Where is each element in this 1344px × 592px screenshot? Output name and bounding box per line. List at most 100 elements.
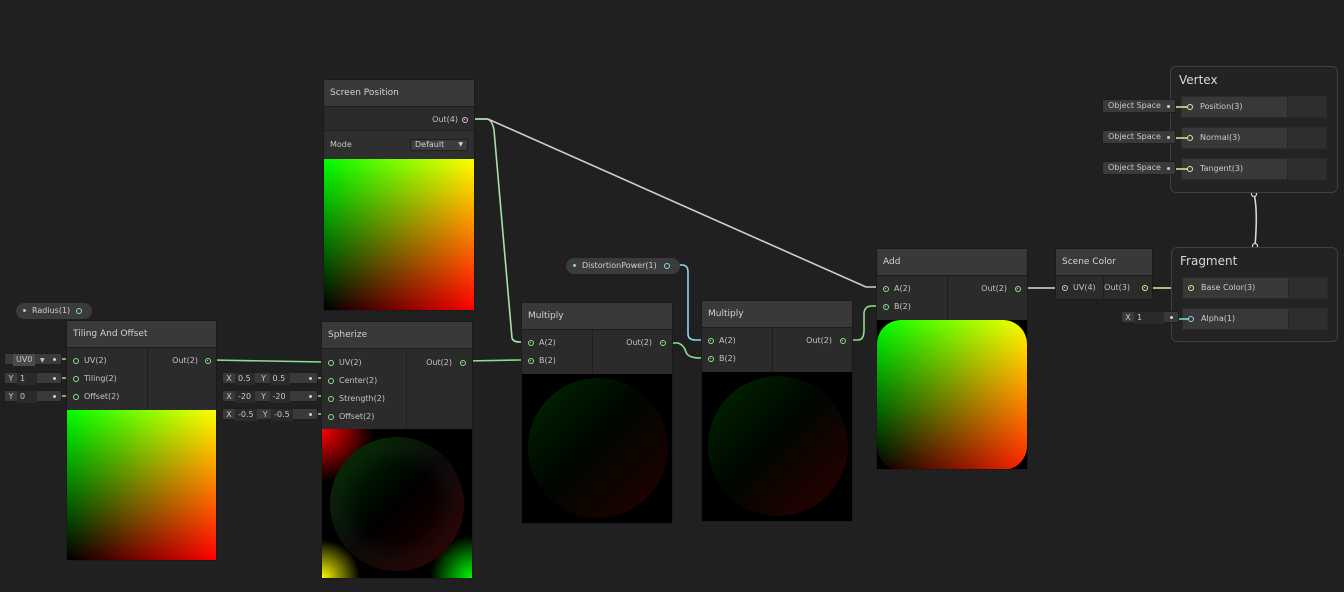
input-port[interactable] bbox=[708, 338, 714, 344]
mode-value: Default bbox=[415, 140, 445, 149]
alpha-input[interactable]: X1 bbox=[1121, 311, 1179, 324]
position-slot[interactable]: Position(3) bbox=[1181, 96, 1327, 118]
output-port[interactable] bbox=[840, 338, 846, 344]
connector-dot-icon bbox=[1170, 316, 1173, 319]
base-color-port[interactable] bbox=[1188, 285, 1194, 291]
connector-dot-icon bbox=[309, 413, 312, 416]
distortion-power-property[interactable]: DistortionPower(1) bbox=[566, 258, 680, 274]
output-port[interactable] bbox=[76, 308, 82, 314]
chevron-down-icon: ▼ bbox=[458, 141, 463, 148]
preview-image bbox=[67, 410, 216, 560]
multiply-node-2[interactable]: Multiply A(2) B(2) Out(2) bbox=[701, 300, 853, 522]
input-slot-label: B(2) bbox=[539, 356, 556, 365]
input-slot-label: A(2) bbox=[719, 336, 736, 345]
offset-input[interactable]: X -0.5 Y -0.5 bbox=[222, 408, 318, 421]
slot-label: Base Color(3) bbox=[1201, 283, 1256, 292]
strength-y-value[interactable]: -20 bbox=[269, 391, 290, 403]
property-dot-icon bbox=[23, 309, 26, 312]
input-port[interactable] bbox=[1062, 285, 1068, 291]
input-port[interactable] bbox=[883, 286, 889, 292]
output-port[interactable] bbox=[664, 263, 670, 269]
input-port[interactable] bbox=[73, 394, 79, 400]
tiling-and-offset-node[interactable]: Tiling And Offset UV(2) Tiling(2) Offset… bbox=[66, 320, 217, 561]
input-port[interactable] bbox=[73, 376, 79, 382]
mode-dropdown[interactable]: Default ▼ bbox=[410, 139, 468, 151]
axis-label: X bbox=[226, 392, 232, 401]
scene-color-node[interactable]: Scene Color UV(4) Out(3) bbox=[1055, 248, 1153, 300]
node-title: Add bbox=[877, 249, 1027, 276]
output-port[interactable] bbox=[462, 117, 468, 123]
axis-label: X bbox=[226, 410, 232, 419]
tangent-space-dropdown[interactable]: Object Space bbox=[1102, 161, 1176, 175]
connector-dot-icon bbox=[309, 395, 312, 398]
output-port[interactable] bbox=[205, 358, 211, 364]
output-slot-label: Out(2) bbox=[981, 284, 1007, 293]
output-slot-label: Out(2) bbox=[172, 356, 198, 365]
fragment-block[interactable]: Fragment Base Color(3) Alpha(1) bbox=[1171, 247, 1338, 342]
input-port[interactable] bbox=[328, 414, 334, 420]
node-title: Screen Position bbox=[324, 80, 474, 107]
offset-y-value[interactable]: -0.5 bbox=[271, 409, 293, 421]
input-port[interactable] bbox=[328, 360, 334, 366]
axis-label: Y bbox=[261, 392, 266, 401]
output-port[interactable] bbox=[1142, 285, 1148, 291]
input-port[interactable] bbox=[708, 356, 714, 362]
input-slot-label: UV(2) bbox=[84, 356, 107, 365]
input-port[interactable] bbox=[528, 340, 534, 346]
alpha-value[interactable]: 1 bbox=[1134, 312, 1164, 324]
radius-property[interactable]: Radius(1) bbox=[16, 303, 92, 319]
connector-dot-icon bbox=[1167, 105, 1170, 108]
normal-space-dropdown[interactable]: Object Space bbox=[1102, 130, 1176, 144]
space-value: Object Space bbox=[1108, 163, 1161, 172]
input-port[interactable] bbox=[883, 304, 889, 310]
space-wires bbox=[1176, 106, 1188, 170]
input-slot-label: B(2) bbox=[894, 302, 911, 311]
slot-label: Normal(3) bbox=[1200, 133, 1241, 142]
tangent-slot[interactable]: Tangent(3) bbox=[1181, 158, 1327, 180]
spherize-node[interactable]: Spherize UV(2) Center(2) Strength(2) Off… bbox=[321, 321, 473, 579]
base-color-slot[interactable]: Base Color(3) bbox=[1182, 277, 1328, 299]
connector-dot-icon bbox=[1167, 167, 1170, 170]
normal-slot[interactable]: Normal(3) bbox=[1181, 127, 1327, 149]
strength-x-value[interactable]: -20 bbox=[235, 391, 255, 403]
wire-vertex-to-fragment bbox=[1253, 193, 1258, 247]
input-port[interactable] bbox=[528, 358, 534, 364]
screen-position-node[interactable]: Screen Position Out(4) Mode Default ▼ bbox=[323, 79, 475, 311]
connector-dot-icon bbox=[1167, 136, 1170, 139]
input-slot-label: Center(2) bbox=[339, 376, 378, 385]
position-space-dropdown[interactable]: Object Space bbox=[1102, 99, 1176, 113]
input-port[interactable] bbox=[328, 396, 334, 402]
output-port[interactable] bbox=[460, 360, 466, 366]
input-port[interactable] bbox=[328, 378, 334, 384]
output-port[interactable] bbox=[660, 340, 666, 346]
node-title: Tiling And Offset bbox=[67, 321, 216, 348]
node-title: Multiply bbox=[702, 301, 852, 328]
axis-label: X bbox=[1125, 313, 1131, 322]
connector-dot-icon bbox=[309, 377, 312, 380]
preview-image bbox=[324, 159, 474, 310]
preview-image bbox=[322, 429, 472, 578]
wire-tiling-to-spherize bbox=[211, 359, 325, 363]
output-port[interactable] bbox=[1015, 286, 1021, 292]
slot-label: Position(3) bbox=[1200, 102, 1243, 111]
center-input[interactable]: X 0.5 Y 0.5 bbox=[222, 372, 318, 385]
mode-label: Mode bbox=[330, 140, 352, 149]
input-port[interactable] bbox=[73, 358, 79, 364]
offset-x-value[interactable]: -0.5 bbox=[235, 409, 257, 421]
input-slot-label: B(2) bbox=[719, 354, 736, 363]
space-value: Object Space bbox=[1108, 101, 1161, 110]
input-slot-label: Offset(2) bbox=[339, 412, 375, 421]
preview-image bbox=[522, 374, 672, 523]
add-node[interactable]: Add A(2) B(2) Out(2) bbox=[876, 248, 1028, 470]
node-title: Multiply bbox=[522, 303, 672, 330]
property-label: Radius(1) bbox=[32, 306, 71, 315]
center-y-value[interactable]: 0.5 bbox=[269, 373, 290, 385]
alpha-slot[interactable]: Alpha(1) bbox=[1182, 308, 1328, 330]
strength-input[interactable]: X -20 Y -20 bbox=[222, 390, 318, 403]
center-x-value[interactable]: 0.5 bbox=[235, 373, 255, 385]
output-slot-label: Out(3) bbox=[1104, 283, 1130, 292]
multiply-node-1[interactable]: Multiply A(2) B(2) Out(2) bbox=[521, 302, 673, 524]
input-slot-label: UV(4) bbox=[1073, 283, 1096, 292]
output-slot-label: Out(2) bbox=[806, 336, 832, 345]
axis-label: X bbox=[226, 374, 232, 383]
